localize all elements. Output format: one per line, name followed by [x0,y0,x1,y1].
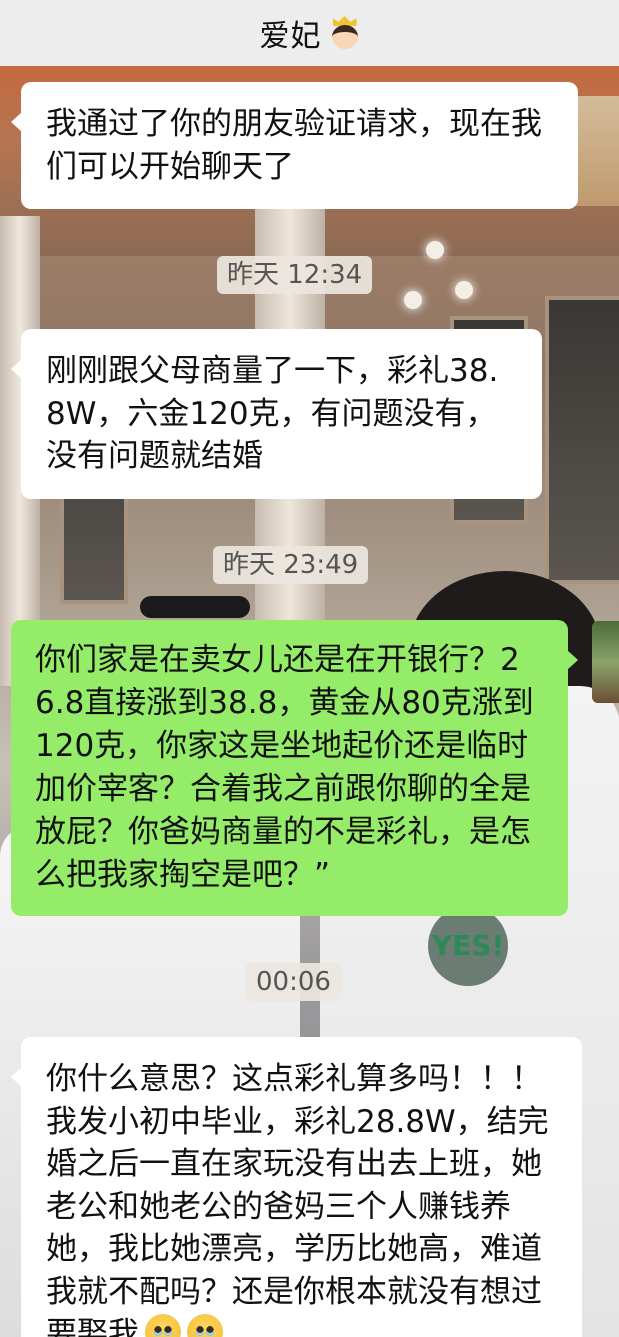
message-text: 我通过了你的朋友验证请求，现在我们可以开始聊天了 [46,106,542,185]
background-window [545,296,619,584]
background-sunglasses [140,596,250,618]
incoming-message-bubble[interactable]: 我通过了你的朋友验证请求，现在我们可以开始聊天了 [11,82,578,209]
background-lamp [426,241,444,259]
background-shirt-print: YES! [428,906,508,986]
message-text: 你什么意思？这点彩礼算多吗！！！我发小初中毕业，彩礼28.8W，结完婚之后一直在… [46,1061,549,1337]
message-text: 你们家是在卖女儿还是在开银行？26.8直接涨到38.8，黄金从80克涨到120克… [35,642,534,893]
contact-name: 爱妃 [259,19,322,54]
message-timestamp: 昨天 12:34 [217,256,373,294]
background-lamp [404,291,422,309]
incoming-message-bubble[interactable]: 你什么意思？这点彩礼算多吗！！！我发小初中毕业，彩礼28.8W，结完婚之后一直在… [11,1037,582,1337]
chat-screen: YES! 爱妃 我通过了你的朋友验证请求，现在我们可以开始聊天了 昨天 12:3… [0,0,619,1337]
pleading-face-emoji-icon [187,1314,223,1337]
background-lamp [455,281,473,299]
outgoing-message-bubble[interactable]: 你们家是在卖女儿还是在开银行？26.8直接涨到38.8，黄金从80克涨到120克… [11,620,578,916]
incoming-message-bubble[interactable]: 刚刚跟父母商量了一下，彩礼38.8W，六金120克，有问题没有，没有问题就结婚 [11,329,542,499]
message-timestamp: 00:06 [246,963,341,1001]
message-timestamp: 昨天 23:49 [213,546,369,584]
chat-header: 爱妃 [0,0,619,66]
crowned-face-emoji-icon [330,16,360,50]
pleading-face-emoji-icon [145,1314,181,1337]
message-text: 刚刚跟父母商量了一下，彩礼38.8W，六金120克，有问题没有，没有问题就结婚 [46,353,499,474]
my-avatar[interactable] [592,621,619,703]
